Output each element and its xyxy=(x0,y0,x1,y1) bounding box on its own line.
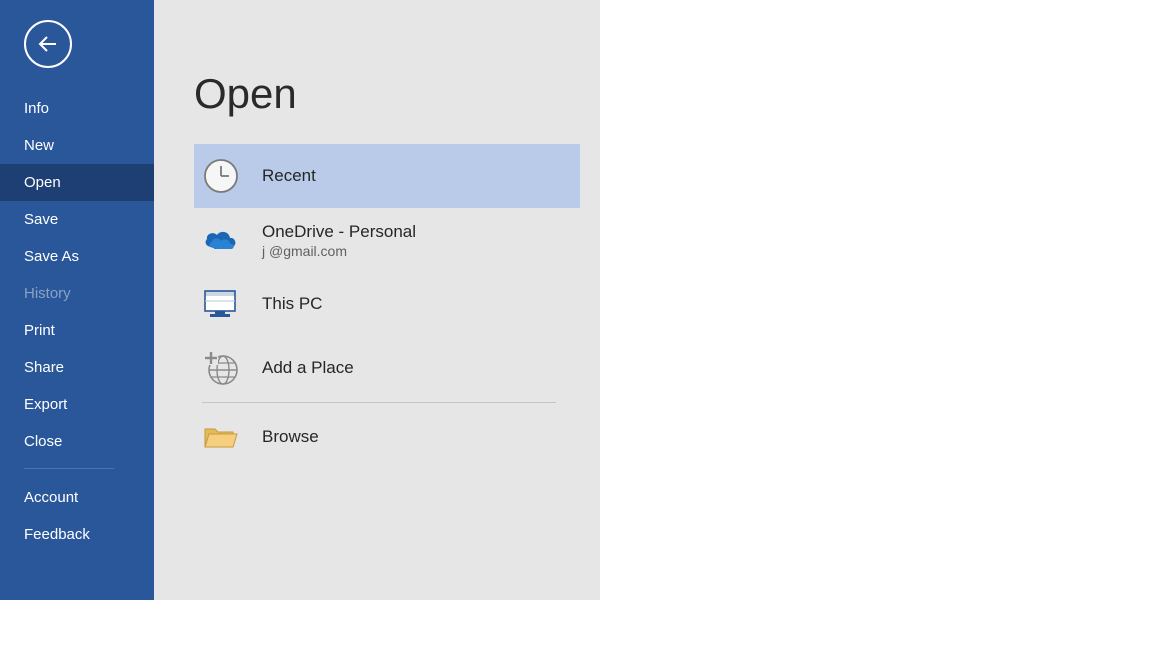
location-this-pc[interactable]: This PC xyxy=(194,272,580,336)
this-pc-icon xyxy=(202,285,240,323)
sidebar-item-share[interactable]: Share xyxy=(0,349,154,386)
open-locations: Recent OneDrive - Personal j @gmail.com xyxy=(194,144,580,469)
sidebar-item-save-as[interactable]: Save As xyxy=(0,238,154,275)
sidebar-item-save[interactable]: Save xyxy=(0,201,154,238)
location-add-place[interactable]: Add a Place xyxy=(194,336,580,400)
sidebar-item-close[interactable]: Close xyxy=(0,423,154,460)
sidebar-item-print[interactable]: Print xyxy=(0,312,154,349)
sidebar-item-history: History xyxy=(0,275,154,312)
location-label: Browse xyxy=(262,427,319,447)
sidebar-item-account[interactable]: Account xyxy=(0,479,154,516)
location-label: OneDrive - Personal xyxy=(262,222,416,242)
browse-folder-icon xyxy=(202,418,240,456)
sidebar-item-export[interactable]: Export xyxy=(0,386,154,423)
location-label: Add a Place xyxy=(262,358,354,378)
back-arrow-icon xyxy=(36,32,60,56)
backstage-sidebar: Info New Open Save Save As History Print… xyxy=(0,0,154,600)
sidebar-item-new[interactable]: New xyxy=(0,127,154,164)
recent-icon xyxy=(202,157,240,195)
sidebar-item-info[interactable]: Info xyxy=(0,90,154,127)
location-label: Recent xyxy=(262,166,316,186)
sidebar-item-feedback[interactable]: Feedback xyxy=(0,516,154,553)
location-browse[interactable]: Browse xyxy=(194,405,580,469)
location-sublabel: j @gmail.com xyxy=(262,243,416,259)
location-recent[interactable]: Recent xyxy=(194,144,580,208)
backstage-view: Info New Open Save Save As History Print… xyxy=(0,0,600,600)
back-button[interactable] xyxy=(24,20,72,68)
location-onedrive[interactable]: OneDrive - Personal j @gmail.com xyxy=(194,208,580,272)
panel-heading: Open xyxy=(194,70,600,118)
location-divider xyxy=(202,402,556,403)
sidebar-divider xyxy=(24,468,114,469)
location-label: This PC xyxy=(262,294,322,314)
open-panel: Open Recent xyxy=(154,0,600,600)
onedrive-icon xyxy=(202,221,240,259)
add-place-icon xyxy=(202,349,240,387)
sidebar-item-open[interactable]: Open xyxy=(0,164,154,201)
